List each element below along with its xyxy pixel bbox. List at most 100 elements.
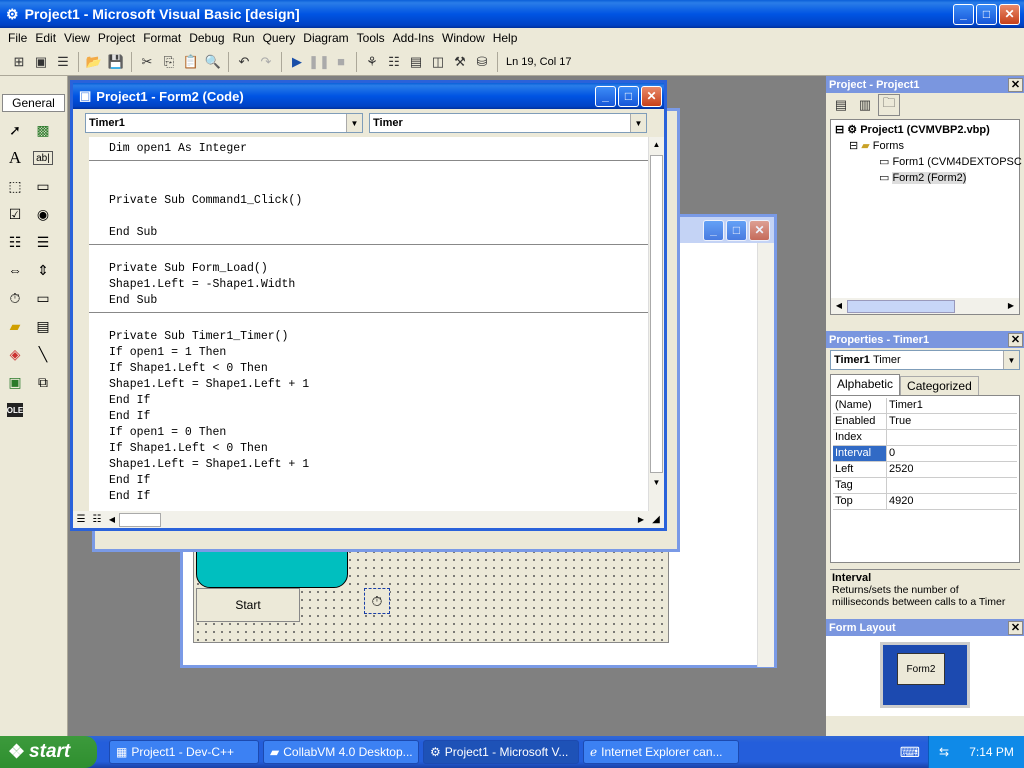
menu-query[interactable]: Query xyxy=(259,31,300,45)
scroll-left-icon[interactable]: ◀ xyxy=(105,515,119,524)
scroll-thumb[interactable] xyxy=(650,155,663,473)
property-row[interactable]: Left 2520 xyxy=(833,462,1017,478)
properties-window-icon[interactable]: ☷ xyxy=(383,51,405,73)
tree-folder[interactable]: ⊟ ▰ Forms xyxy=(835,138,1015,154)
restore-button[interactable]: □ xyxy=(976,3,997,25)
timer1-control[interactable]: ⏱ xyxy=(364,588,390,614)
menu-diagram[interactable]: Diagram xyxy=(299,31,352,45)
toggle-folders-icon[interactable]: 🗀 xyxy=(878,94,900,116)
task-internet-explorer[interactable]: ℯ Internet Explorer can... xyxy=(583,740,739,764)
code-line[interactable] xyxy=(89,313,648,329)
form2-layout-preview[interactable]: Form2 xyxy=(897,653,945,685)
data-tool-icon[interactable]: ⧉ xyxy=(30,368,56,396)
start-button[interactable]: Start xyxy=(196,588,300,622)
checkbox-tool-icon[interactable]: ☑ xyxy=(2,200,28,228)
full-module-view-icon[interactable]: ☷ xyxy=(89,514,105,525)
property-row[interactable]: Enabled True xyxy=(833,414,1017,430)
shape-tool-icon[interactable]: ◈ xyxy=(2,340,28,368)
hscrollbar-tool-icon[interactable]: ⇔ xyxy=(2,256,28,284)
keyboard-icon[interactable]: ⌨ xyxy=(900,744,920,761)
chevron-down-icon[interactable]: ▼ xyxy=(630,114,646,132)
combobox-tool-icon[interactable]: ☷ xyxy=(2,228,28,256)
menu-tools[interactable]: Tools xyxy=(353,31,389,45)
property-value[interactable]: 4920 xyxy=(887,494,1017,509)
hscroll-thumb[interactable] xyxy=(847,299,955,313)
menu-editor-icon[interactable]: ☰ xyxy=(52,51,74,73)
code-line[interactable]: End If xyxy=(89,393,648,409)
open-icon[interactable]: 📂 xyxy=(83,51,105,73)
code-line[interactable]: Private Sub Form_Load() xyxy=(89,261,648,277)
code-minimize-button[interactable]: _ xyxy=(595,85,616,107)
tree-item[interactable]: ▭ Form1 (CVM4DEXTOPSC xyxy=(835,154,1022,170)
property-value[interactable] xyxy=(887,430,1017,445)
property-value[interactable]: 0 xyxy=(887,446,1017,461)
toolbox-header[interactable]: General xyxy=(2,94,65,112)
code-line[interactable]: End Sub xyxy=(89,293,648,309)
tree-item[interactable]: ▭ Form2 (Form2) xyxy=(835,170,1015,186)
paste-icon[interactable]: 📋 xyxy=(180,51,202,73)
cut-icon[interactable]: ✂ xyxy=(136,51,158,73)
view-object-icon[interactable]: ▥ xyxy=(854,94,876,116)
menu-edit[interactable]: Edit xyxy=(31,31,60,45)
code-line[interactable] xyxy=(89,245,648,261)
property-row[interactable]: Index xyxy=(833,430,1017,446)
procedure-combo[interactable]: Timer ▼ xyxy=(369,113,647,133)
line-tool-icon[interactable]: ╲ xyxy=(30,340,56,368)
property-row[interactable]: (Name) Timer1 xyxy=(833,398,1017,414)
designer-maximize-button[interactable]: □ xyxy=(726,219,747,241)
menu-file[interactable]: File xyxy=(4,31,31,45)
project-explorer-icon[interactable]: ⚘ xyxy=(361,51,383,73)
dirlistbox-tool-icon[interactable]: ▰ xyxy=(2,312,28,340)
stop-icon[interactable]: ■ xyxy=(330,51,352,73)
data-view-icon[interactable]: ⛁ xyxy=(471,51,493,73)
start-button[interactable]: ❖ start xyxy=(0,736,97,768)
code-line[interactable]: If open1 = 1 Then xyxy=(89,345,648,361)
property-value[interactable]: True xyxy=(887,414,1017,429)
property-value[interactable]: Timer1 xyxy=(887,398,1017,413)
find-icon[interactable]: 🔍 xyxy=(202,51,224,73)
code-line[interactable]: Shape1.Left = Shape1.Left + 1 xyxy=(89,377,648,393)
toolbox-icon[interactable]: ⚒ xyxy=(449,51,471,73)
menu-run[interactable]: Run xyxy=(229,31,259,45)
code-line[interactable] xyxy=(89,177,648,193)
tree-root[interactable]: ⊟ ⚙ Project1 (CVMVBP2.vbp) xyxy=(835,122,1015,138)
ole-tool-icon[interactable]: OLE xyxy=(7,403,23,417)
view-code-icon[interactable]: ▤ xyxy=(830,94,852,116)
copy-icon[interactable]: ⎘ xyxy=(158,51,180,73)
properties-object-combo[interactable]: Timer1 Timer ▼ xyxy=(830,350,1020,370)
code-line[interactable]: If open1 = 0 Then xyxy=(89,425,648,441)
pointer-tool-icon[interactable]: ➚ xyxy=(2,116,28,144)
scroll-down-icon[interactable]: ▼ xyxy=(649,475,664,491)
code-line[interactable]: If Shape1.Left < 0 Then xyxy=(89,441,648,457)
redo-icon[interactable]: ↷ xyxy=(255,51,277,73)
object-browser-icon[interactable]: ◫ xyxy=(427,51,449,73)
menu-window[interactable]: Window xyxy=(438,31,489,45)
close-icon[interactable]: ✕ xyxy=(1008,332,1023,347)
property-value[interactable]: 2520 xyxy=(887,462,1017,477)
property-row-selected[interactable]: Interval 0 xyxy=(833,446,1017,462)
code-line[interactable]: End If xyxy=(89,489,648,505)
code-vscrollbar[interactable]: ▲ ▼ xyxy=(648,137,664,511)
code-line[interactable]: If Shape1.Left < 0 Then xyxy=(89,361,648,377)
designer-close-button[interactable]: ✕ xyxy=(749,219,770,241)
close-button[interactable]: ✕ xyxy=(999,3,1020,25)
close-icon[interactable]: ✕ xyxy=(1008,620,1023,635)
code-line[interactable]: End If xyxy=(89,473,648,489)
scroll-left-icon[interactable]: ◀ xyxy=(831,298,847,314)
code-line[interactable]: Dim open1 As Integer xyxy=(89,141,648,157)
menu-view[interactable]: View xyxy=(60,31,94,45)
task-devcpp[interactable]: ▦ Project1 - Dev-C++ xyxy=(109,740,259,764)
collapse-icon[interactable]: ⊟ xyxy=(835,124,847,136)
project-hscrollbar[interactable]: ◀ ▶ xyxy=(831,298,1019,314)
close-icon[interactable]: ✕ xyxy=(1008,77,1023,92)
picturebox-tool-icon[interactable]: ▩ xyxy=(30,116,56,144)
menu-debug[interactable]: Debug xyxy=(185,31,228,45)
collapse-icon[interactable]: ⊟ xyxy=(849,140,861,152)
optionbutton-tool-icon[interactable]: ◉ xyxy=(30,200,56,228)
chevron-down-icon[interactable]: ▼ xyxy=(346,114,362,132)
hscroll-thumb[interactable] xyxy=(119,512,161,527)
designer-vscrollbar[interactable] xyxy=(757,243,774,667)
form-layout-icon[interactable]: ▤ xyxy=(405,51,427,73)
code-line[interactable]: Shape1.Left = -Shape1.Width xyxy=(89,277,648,293)
image-tool-icon[interactable]: ▣ xyxy=(2,368,28,396)
